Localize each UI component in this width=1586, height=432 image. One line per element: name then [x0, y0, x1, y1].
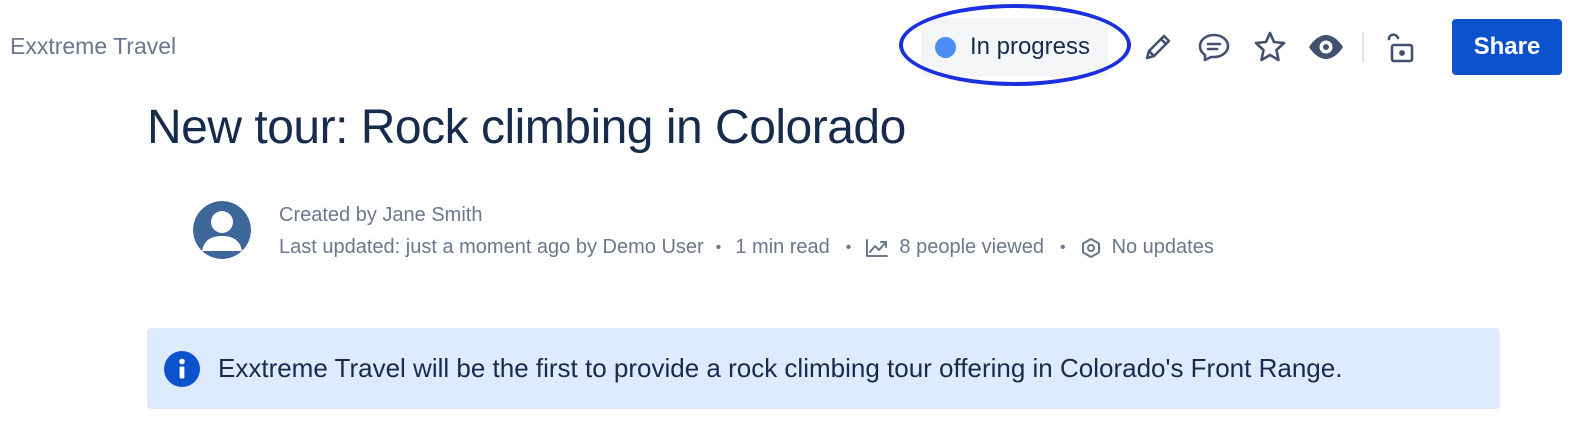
star-button[interactable] — [1248, 25, 1292, 69]
people-viewed[interactable]: 8 people viewed — [899, 236, 1044, 259]
avatar[interactable] — [193, 201, 251, 259]
page-title: New tour: Rock climbing in Colorado — [147, 101, 906, 154]
info-icon — [164, 350, 200, 387]
info-panel: Exxtreme Travel will be the first to pro… — [147, 328, 1500, 409]
star-icon — [1254, 31, 1286, 62]
space-breadcrumb[interactable]: Exxtreme Travel — [10, 33, 176, 60]
status-lozenge[interactable]: In progress — [920, 18, 1108, 76]
edit-button[interactable] — [1136, 25, 1180, 69]
watch-button[interactable] — [1304, 25, 1348, 69]
separator: • — [715, 238, 722, 256]
pencil-icon — [1145, 34, 1171, 60]
status-label: In progress — [969, 33, 1090, 60]
comment-icon — [1198, 33, 1230, 62]
separator: • — [1059, 238, 1066, 256]
eye-icon — [1309, 35, 1343, 59]
status-wrapper: In progress — [898, 4, 1131, 86]
analytics-icon — [865, 238, 889, 258]
status-dot-icon — [934, 36, 956, 58]
read-time: 1 min read — [735, 236, 830, 258]
user-avatar-icon — [193, 201, 251, 259]
created-by: Created by Jane Smith — [279, 204, 483, 226]
unlock-icon — [1387, 33, 1414, 63]
confluence-page: Exxtreme Travel In progress Share New to… — [0, 0, 1586, 432]
toolbar-divider — [1362, 32, 1364, 62]
info-panel-text: Exxtreme Travel will be the first to pro… — [218, 353, 1343, 383]
updates-icon — [1080, 237, 1102, 259]
share-button[interactable]: Share — [1452, 19, 1562, 75]
byline-meta: Last updated: just a moment ago by Demo … — [279, 236, 1214, 259]
comment-button[interactable] — [1192, 25, 1236, 69]
restrictions-button[interactable] — [1378, 25, 1422, 69]
page-toolbar: In progress Share — [898, 4, 1562, 86]
last-updated[interactable]: Last updated: just a moment ago by Demo … — [279, 236, 704, 259]
separator: • — [845, 238, 852, 256]
no-updates[interactable]: No updates — [1112, 236, 1214, 259]
